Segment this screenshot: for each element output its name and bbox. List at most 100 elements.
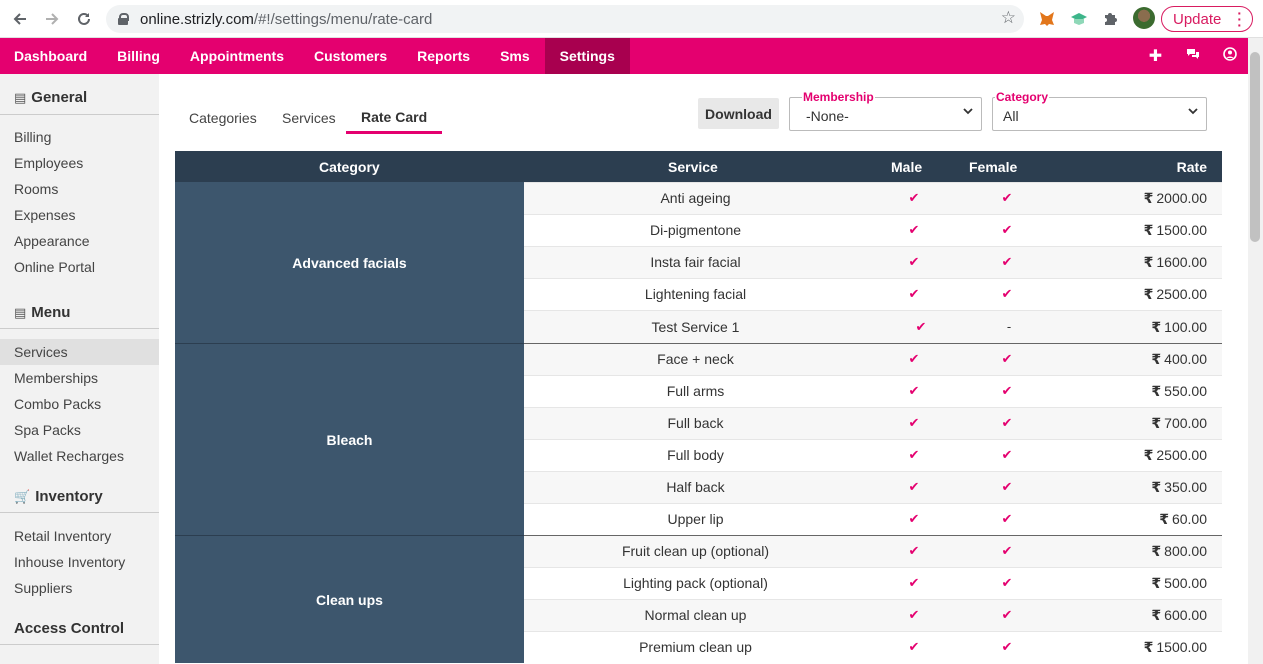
update-button[interactable]: Update · · · (1161, 6, 1253, 32)
rate-value: ₹350.00 (1151, 479, 1207, 496)
rate-value: ₹100.00 (1151, 319, 1207, 336)
sidebar-item-combo-packs[interactable]: Combo Packs (0, 391, 159, 417)
rupee-icon: ₹ (1143, 222, 1154, 238)
female-check-icon: ✔ (1001, 607, 1013, 622)
sidebar-item-suppliers[interactable]: Suppliers (0, 575, 159, 601)
tab-services[interactable]: Services (282, 102, 336, 133)
sidebar-item-inhouse-inventory[interactable]: Inhouse Inventory (0, 549, 159, 575)
category-cell: Bleach (175, 343, 524, 535)
header-service: Service (668, 159, 718, 175)
user-icon[interactable] (1211, 46, 1248, 66)
page-scrollbar[interactable] (1248, 38, 1263, 664)
rate-amount: 400.00 (1164, 351, 1207, 367)
sidebar-item-rooms[interactable]: Rooms (0, 176, 159, 202)
rate-amount: 550.00 (1164, 383, 1207, 399)
male-check-icon: ✔ (908, 447, 920, 462)
table-row: Lighting pack (optional) ✔ ✔ ₹500.00 (524, 567, 1222, 599)
settings-sidebar: ▤ General Billing Employees Rooms Expense… (0, 74, 159, 664)
table-row: Face + neck ✔ ✔ ₹400.00 (524, 343, 1222, 375)
table-row: Premium clean up ✔ ✔ ₹1500.00 (524, 631, 1222, 663)
table-row: Full arms ✔ ✔ ₹550.00 (524, 375, 1222, 407)
plus-icon[interactable]: ✚ (1137, 46, 1174, 66)
sidebar-item-expenses[interactable]: Expenses (0, 202, 159, 228)
rupee-icon: ₹ (1151, 575, 1162, 591)
sidebar-item-retail-inventory[interactable]: Retail Inventory (0, 523, 159, 549)
rupee-icon: ₹ (1143, 639, 1154, 655)
rate-value: ₹1500.00 (1144, 222, 1207, 239)
scrollbar-thumb[interactable] (1250, 52, 1260, 242)
service-name: Lighting pack (optional) (623, 575, 768, 591)
nav-reports[interactable]: Reports (402, 38, 485, 74)
section-title: Access Control (14, 620, 125, 637)
table-row: Test Service 1 ✔ - ₹100.00 (524, 310, 1222, 343)
rate-amount: 100.00 (1164, 318, 1207, 335)
tab-categories[interactable]: Categories (189, 102, 257, 133)
service-name: Full arms (666, 383, 725, 399)
sidebar-item-billing[interactable]: Billing (0, 124, 159, 150)
membership-value: -None- (806, 108, 849, 124)
membership-select[interactable]: Membership -None- (789, 91, 982, 131)
tab-rate-card[interactable]: Rate Card (346, 102, 443, 134)
bookmark-star-icon[interactable]: ☆ (1001, 8, 1016, 28)
table-row: Insta fair facial ✔ ✔ ₹1600.00 (524, 246, 1222, 278)
chat-icon[interactable] (1174, 47, 1211, 65)
sidebar-item-employees[interactable]: Employees (0, 150, 159, 176)
female-check-icon: ✔ (1001, 190, 1013, 205)
download-button[interactable]: Download (698, 98, 779, 129)
category-cell: Clean ups (175, 535, 524, 663)
male-check-icon: ✔ (908, 254, 920, 269)
update-label: Update (1173, 10, 1222, 28)
nav-settings[interactable]: Settings (544, 38, 630, 74)
rate-value: ₹600.00 (1151, 607, 1207, 624)
chevron-down-icon (1188, 108, 1198, 115)
rupee-icon: ₹ (1151, 543, 1162, 559)
female-unavailable: - (1006, 318, 1012, 334)
clipboard-icon: ▤ (14, 89, 27, 105)
rupee-icon: ₹ (1151, 479, 1162, 495)
puzzle-extension-icon[interactable] (1099, 8, 1121, 30)
service-name: Di-pigmentone (649, 222, 742, 238)
female-check-icon: ✔ (1001, 543, 1013, 558)
profile-avatar[interactable] (1133, 7, 1155, 29)
address-bar[interactable]: online.strizly.com/#!/settings/menu/rate… (106, 5, 1024, 33)
female-check-icon: ✔ (1001, 286, 1013, 301)
table-row: Full body ✔ ✔ ₹2500.00 (524, 439, 1222, 471)
back-arrow-icon[interactable] (6, 5, 34, 33)
rupee-icon: ₹ (1143, 254, 1154, 270)
sidebar-section-access-control: Access Control (14, 620, 124, 637)
header-rate: Rate (1176, 159, 1207, 175)
sidebar-item-appearance[interactable]: Appearance (0, 228, 159, 254)
nav-dashboard[interactable]: Dashboard (0, 38, 102, 74)
sidebar-item-wallet-recharges[interactable]: Wallet Recharges (0, 443, 159, 469)
rate-amount: 1500.00 (1156, 222, 1207, 238)
sidebar-item-memberships[interactable]: Memberships (0, 365, 159, 391)
rate-value: ₹550.00 (1151, 383, 1207, 400)
reload-icon[interactable] (70, 5, 98, 33)
service-name: Fruit clean up (optional) (621, 543, 770, 559)
sidebar-item-online-portal[interactable]: Online Portal (0, 254, 159, 280)
rate-card-table-header: Category Service Male Female Rate (175, 151, 1222, 182)
sidebar-item-spa-packs[interactable]: Spa Packs (0, 417, 159, 443)
sidebar-section-inventory: 🛒 Inventory (14, 488, 103, 505)
rate-amount: 350.00 (1164, 479, 1207, 495)
male-check-icon: ✔ (908, 543, 920, 558)
fox-extension-icon[interactable] (1036, 8, 1058, 30)
nav-customers[interactable]: Customers (299, 38, 402, 74)
nav-appointments[interactable]: Appointments (175, 38, 299, 74)
nav-sms[interactable]: Sms (485, 38, 545, 74)
table-row: Lightening facial ✔ ✔ ₹2500.00 (524, 278, 1222, 310)
rate-amount: 60.00 (1171, 511, 1207, 527)
rate-value: ₹500.00 (1151, 575, 1207, 592)
sidebar-item-services[interactable]: Services (0, 339, 159, 365)
male-check-icon: ✔ (908, 351, 920, 366)
forward-arrow-icon[interactable] (38, 5, 66, 33)
service-name: Normal clean up (644, 607, 747, 623)
graduation-extension-icon[interactable] (1068, 8, 1090, 30)
category-select[interactable]: Category All (992, 91, 1207, 131)
rate-amount: 600.00 (1164, 607, 1207, 623)
rate-value: ₹1500.00 (1144, 639, 1207, 656)
nav-billing[interactable]: Billing (102, 38, 175, 74)
table-row: Full back ✔ ✔ ₹700.00 (524, 407, 1222, 439)
male-check-icon: ✔ (908, 575, 920, 590)
service-name: Anti ageing (660, 190, 731, 206)
